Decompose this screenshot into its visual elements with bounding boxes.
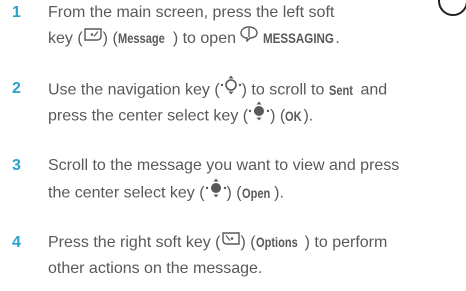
step-line: key ( ) (Message ) to open MESSAGING. [48, 26, 460, 52]
step-line: press the center select key ( ) (OK). [48, 101, 460, 130]
step-number: 3 [12, 157, 21, 174]
menu-item-label: Sent [328, 82, 353, 98]
text: and [356, 81, 388, 99]
text: ) to scroll to [241, 81, 329, 99]
text: Scroll to the message you want to view a… [48, 157, 400, 174]
step-line: the center select key ( ) (Open). [48, 178, 460, 207]
softkey-label: OK [285, 108, 302, 124]
text: ) ( [102, 30, 118, 48]
text: . [335, 30, 340, 48]
center-select-key-icon [205, 178, 227, 207]
text: From the main screen, press the left sof… [48, 4, 335, 21]
step-number: 4 [12, 234, 21, 251]
text: ). [303, 107, 314, 125]
text: press the center select key ( [48, 107, 249, 125]
text: Press the right soft key ( [48, 234, 221, 252]
navigation-key-icon [220, 75, 242, 104]
step-line: From the main screen, press the left sof… [48, 0, 460, 26]
text: ) ( [270, 107, 286, 125]
text: ) to open [172, 30, 241, 48]
right-soft-key-icon [221, 229, 241, 255]
center-select-key-icon [248, 101, 270, 130]
menu-name: MESSAGING [262, 31, 334, 47]
text: key ( [48, 30, 83, 48]
step-text: From the main screen, press the left sof… [48, 0, 460, 52]
text: ) ( [240, 234, 256, 252]
text: other actions on the message. [48, 260, 263, 277]
text: ) ( [226, 184, 242, 202]
step-line: Use the navigation key ( ) to scroll to S… [48, 75, 460, 104]
instruction-page: 1 From the main screen, press the left s… [0, 0, 466, 291]
text: ). [274, 184, 284, 202]
left-soft-key-icon [83, 25, 103, 51]
step-number: 1 [12, 4, 21, 21]
messaging-icon [240, 25, 259, 51]
step-line: other actions on the message. [48, 256, 460, 282]
text: the center select key ( [48, 184, 205, 202]
softkey-label: Options [255, 235, 298, 251]
step-text: Press the right soft key ( ) (Options ) to… [48, 230, 460, 282]
step-line: Press the right soft key ( ) (Options ) to… [48, 230, 460, 256]
step-text: Use the navigation key ( ) to scroll to S… [48, 75, 460, 130]
step-number: 2 [12, 80, 21, 97]
softkey-label: Open [241, 185, 270, 201]
step-text: Scroll to the message you want to view a… [48, 153, 460, 205]
text: Use the navigation key ( [48, 81, 220, 99]
step-line: Scroll to the message you want to view a… [48, 153, 460, 179]
softkey-label: Message [117, 31, 165, 47]
text: ) to perform [304, 234, 388, 252]
